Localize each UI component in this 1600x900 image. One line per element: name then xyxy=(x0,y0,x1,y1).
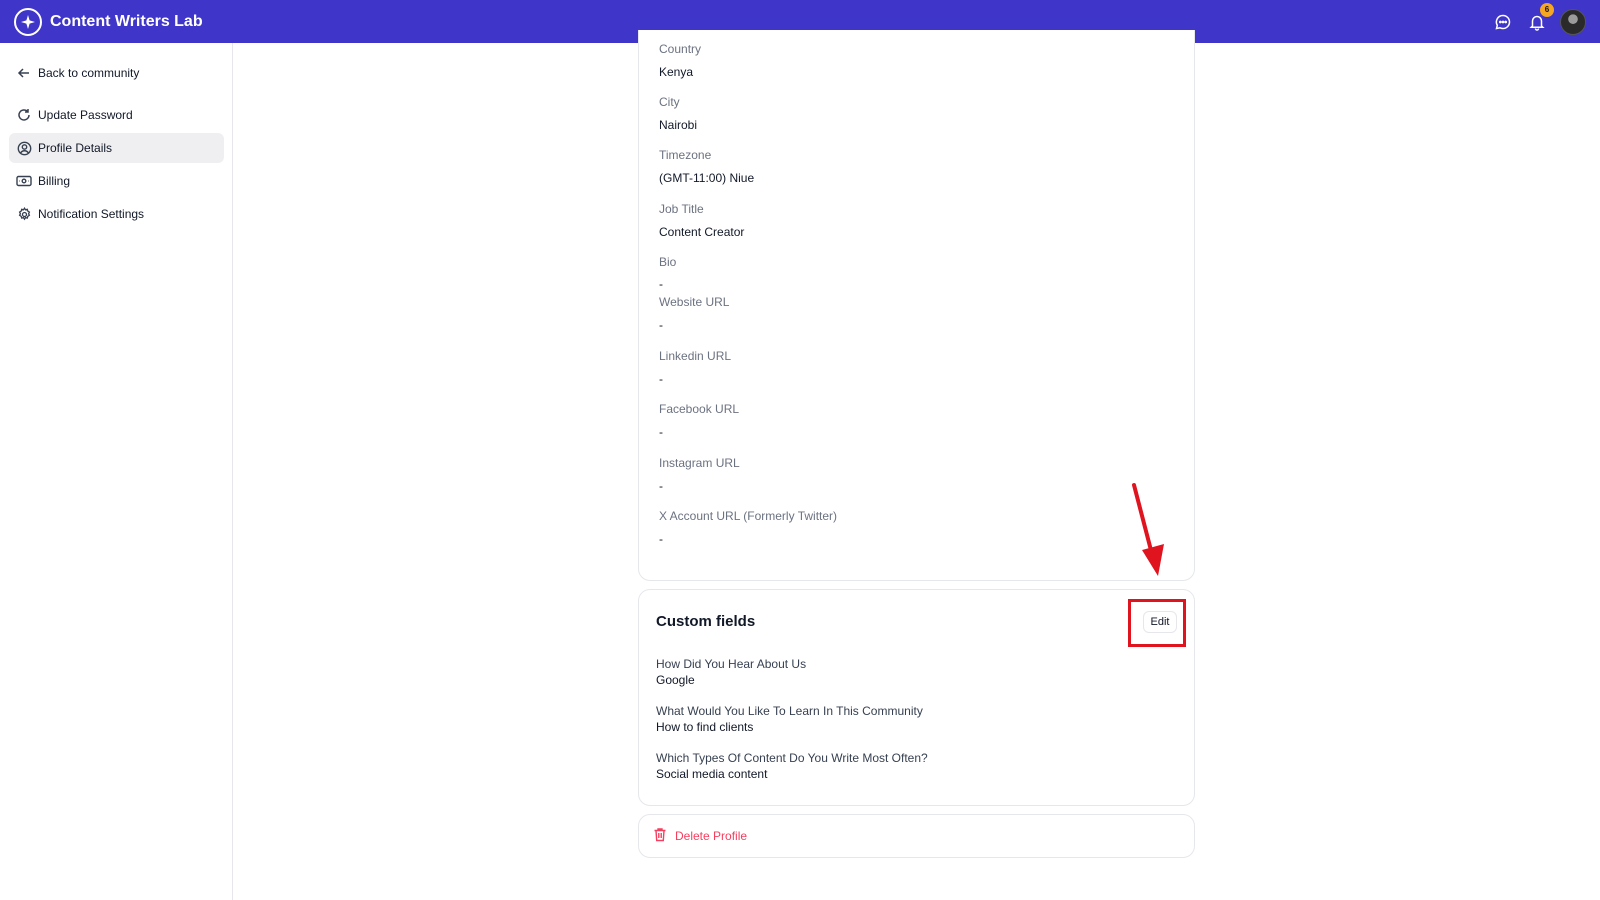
sidebar-item-label: Profile Details xyxy=(38,141,113,155)
field-value-country: Kenya xyxy=(659,65,694,79)
sidebar-item-billing[interactable]: Billing xyxy=(9,166,224,196)
field-value-job-title: Content Creator xyxy=(659,225,745,239)
sidebar-item-label: Notification Settings xyxy=(38,207,145,221)
field-value-city: Nairobi xyxy=(659,118,698,132)
field-label-job-title: Job Title xyxy=(659,202,704,216)
chat-icon[interactable] xyxy=(1492,11,1514,33)
field-label-instagram-url: Instagram URL xyxy=(659,456,740,470)
custom-fields-card: Custom fields Edit How Did You Hear Abou… xyxy=(638,589,1195,806)
back-to-community-link[interactable]: Back to community xyxy=(9,58,224,88)
community-logo-icon[interactable] xyxy=(14,7,42,36)
delete-profile-button[interactable]: Delete Profile xyxy=(653,827,747,845)
edit-custom-fields-button[interactable]: Edit xyxy=(1143,611,1177,633)
custom-field-answer: How to find clients xyxy=(656,720,754,734)
field-value-website-url: - xyxy=(659,318,663,332)
custom-field-question: Which Types Of Content Do You Write Most… xyxy=(656,751,928,765)
billing-icon xyxy=(16,173,32,189)
custom-field-answer: Social media content xyxy=(656,767,768,781)
field-label-timezone: Timezone xyxy=(659,148,712,162)
profile-details-card: Country Kenya City Nairobi Timezone (GMT… xyxy=(638,30,1195,581)
user-circle-icon xyxy=(16,140,32,156)
field-value-linkedin-url: - xyxy=(659,372,663,386)
field-label-country: Country xyxy=(659,42,702,56)
field-label-facebook-url: Facebook URL xyxy=(659,402,740,416)
top-right-actions: 6 xyxy=(1492,0,1586,43)
bell-icon[interactable]: 6 xyxy=(1526,2,1554,33)
sidebar-item-notification-settings[interactable]: Notification Settings xyxy=(9,199,224,229)
user-avatar[interactable] xyxy=(1560,8,1586,35)
app-title[interactable]: Content Writers Lab xyxy=(50,13,203,31)
sidebar-item-label: Billing xyxy=(38,174,71,188)
custom-fields-title: Custom fields xyxy=(656,613,756,630)
custom-field-question: What Would You Like To Learn In This Com… xyxy=(656,704,923,718)
sidebar-item-label: Update Password xyxy=(38,108,133,122)
field-label-website-url: Website URL xyxy=(659,295,730,309)
field-value-instagram-url: - xyxy=(659,479,663,493)
field-value-facebook-url: - xyxy=(659,425,663,439)
settings-sidebar: Back to community Update Password Profil… xyxy=(0,43,233,900)
field-value-x-account-url: - xyxy=(659,532,663,546)
sidebar-item-profile-details[interactable]: Profile Details xyxy=(9,133,224,163)
sidebar-item-update-password[interactable]: Update Password xyxy=(9,100,224,130)
trash-icon xyxy=(653,827,667,845)
arrow-left-icon xyxy=(16,65,32,81)
field-label-linkedin-url: Linkedin URL xyxy=(659,349,732,363)
field-label-bio: Bio xyxy=(659,255,677,269)
field-value-timezone: (GMT-11:00) Niue xyxy=(659,171,755,185)
back-to-community-label: Back to community xyxy=(38,66,140,80)
custom-field-answer: Google xyxy=(656,673,695,687)
field-value-bio: - xyxy=(659,277,663,291)
delete-profile-card: Delete Profile xyxy=(638,814,1195,858)
refresh-icon xyxy=(16,107,32,123)
field-label-city: City xyxy=(659,95,680,109)
delete-profile-label: Delete Profile xyxy=(675,829,748,843)
gear-icon xyxy=(16,206,32,222)
custom-field-question: How Did You Hear About Us xyxy=(656,657,807,671)
notification-count-badge: 6 xyxy=(1540,2,1554,17)
field-label-x-account-url: X Account URL (Formerly Twitter) xyxy=(659,509,838,523)
